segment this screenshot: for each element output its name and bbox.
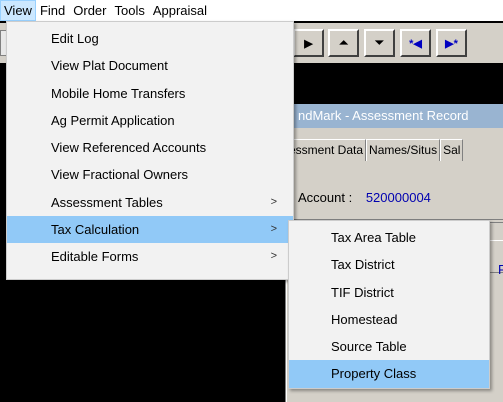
menu-item-tax-calculation[interactable]: Tax Calculation > <box>7 216 293 244</box>
menu-item-tax-district[interactable]: Tax District <box>289 251 489 278</box>
menu-item-view-plat-document[interactable]: View Plat Document <box>7 52 293 79</box>
first-up-icon: ⏶ <box>339 36 348 49</box>
menu-order[interactable]: Order <box>69 0 110 21</box>
tax-calculation-submenu: Tax Area Table Tax District TIF District… <box>288 220 490 389</box>
menu-item-label: Assessment Tables <box>51 194 163 210</box>
menu-item-edit-log[interactable]: Edit Log <box>7 25 293 52</box>
menu-item-label: Tax Calculation <box>51 222 140 238</box>
new-next-button[interactable]: ▶* <box>436 29 467 57</box>
menu-item-label: View Fractional Owners <box>51 167 189 183</box>
last-record-button[interactable]: ⏷ <box>364 29 395 57</box>
tab-names-situs[interactable]: Names/Situs <box>366 139 441 161</box>
next-record-button[interactable]: ▶ <box>293 29 324 57</box>
menu-item-label: Homestead <box>331 311 398 327</box>
tab-sales[interactable]: Sal <box>440 139 464 161</box>
menu-tools[interactable]: Tools <box>110 0 148 21</box>
menu-item-ag-permit-application[interactable]: Ag Permit Application <box>7 107 293 134</box>
chevron-right-icon: > <box>270 223 277 236</box>
account-value: 520000004 <box>365 190 431 205</box>
first-record-button[interactable]: ⏶ <box>328 29 359 57</box>
menu-bar: View Find Order Tools Appraisal <box>0 0 503 21</box>
menu-find[interactable]: Find <box>36 0 69 21</box>
menu-appraisal[interactable]: Appraisal <box>149 0 211 21</box>
menu-item-label: TIF District <box>331 284 394 300</box>
window-title: ndMark - Assessment Record <box>286 104 503 128</box>
menu-item-tax-area-table[interactable]: Tax Area Table <box>289 224 489 251</box>
menu-item-mobile-home-transfers[interactable]: Mobile Home Transfers <box>7 80 293 107</box>
menu-item-tif-district[interactable]: TIF District <box>289 279 489 306</box>
record-tabs: essment Data Names/Situs Sal <box>286 139 464 161</box>
menu-item-label: Edit Log <box>51 31 99 46</box>
tab-assessment-data[interactable]: essment Data <box>286 139 367 161</box>
grid-divider <box>489 222 503 223</box>
new-prev-icon: *◀ <box>409 37 422 50</box>
menu-item-label: Ag Permit Application <box>51 112 175 128</box>
menu-view[interactable]: View <box>0 0 36 21</box>
chevron-right-icon: > <box>270 195 277 208</box>
menu-item-property-class[interactable]: Property Class <box>289 360 489 388</box>
chevron-right-icon: > <box>270 250 277 263</box>
menu-item-label: Tax District <box>331 257 395 273</box>
menu-item-editable-forms[interactable]: Editable Forms > <box>7 243 293 270</box>
last-down-icon: ⏷ <box>375 36 384 49</box>
menu-item-assessment-tables[interactable]: Assessment Tables > <box>7 189 293 216</box>
menu-item-label: View Plat Document <box>51 58 168 74</box>
menu-item-source-table[interactable]: Source Table <box>289 333 489 360</box>
view-dropdown-menu: Edit Log View Plat Document Mobile Home … <box>6 21 294 280</box>
new-prev-button[interactable]: *◀ <box>400 29 431 57</box>
account-row: Account : 520000004 <box>298 190 431 205</box>
account-label: Account : <box>298 190 353 205</box>
menu-item-label: Mobile Home Transfers <box>51 85 186 101</box>
menu-item-label: Source Table <box>331 339 407 355</box>
menu-item-label: Tax Area Table <box>331 230 417 245</box>
menu-item-label: Editable Forms <box>51 249 139 265</box>
partial-field-text: P <box>498 262 503 277</box>
menu-item-label: Property Class <box>331 366 417 382</box>
menu-item-homestead[interactable]: Homestead <box>289 306 489 333</box>
menu-item-view-referenced-accounts[interactable]: View Referenced Accounts <box>7 134 293 161</box>
menu-item-view-fractional-owners[interactable]: View Fractional Owners <box>7 161 293 188</box>
new-next-icon: ▶* <box>445 37 458 50</box>
menu-item-label: View Referenced Accounts <box>51 140 207 156</box>
next-record-icon: ▶ <box>304 37 313 50</box>
